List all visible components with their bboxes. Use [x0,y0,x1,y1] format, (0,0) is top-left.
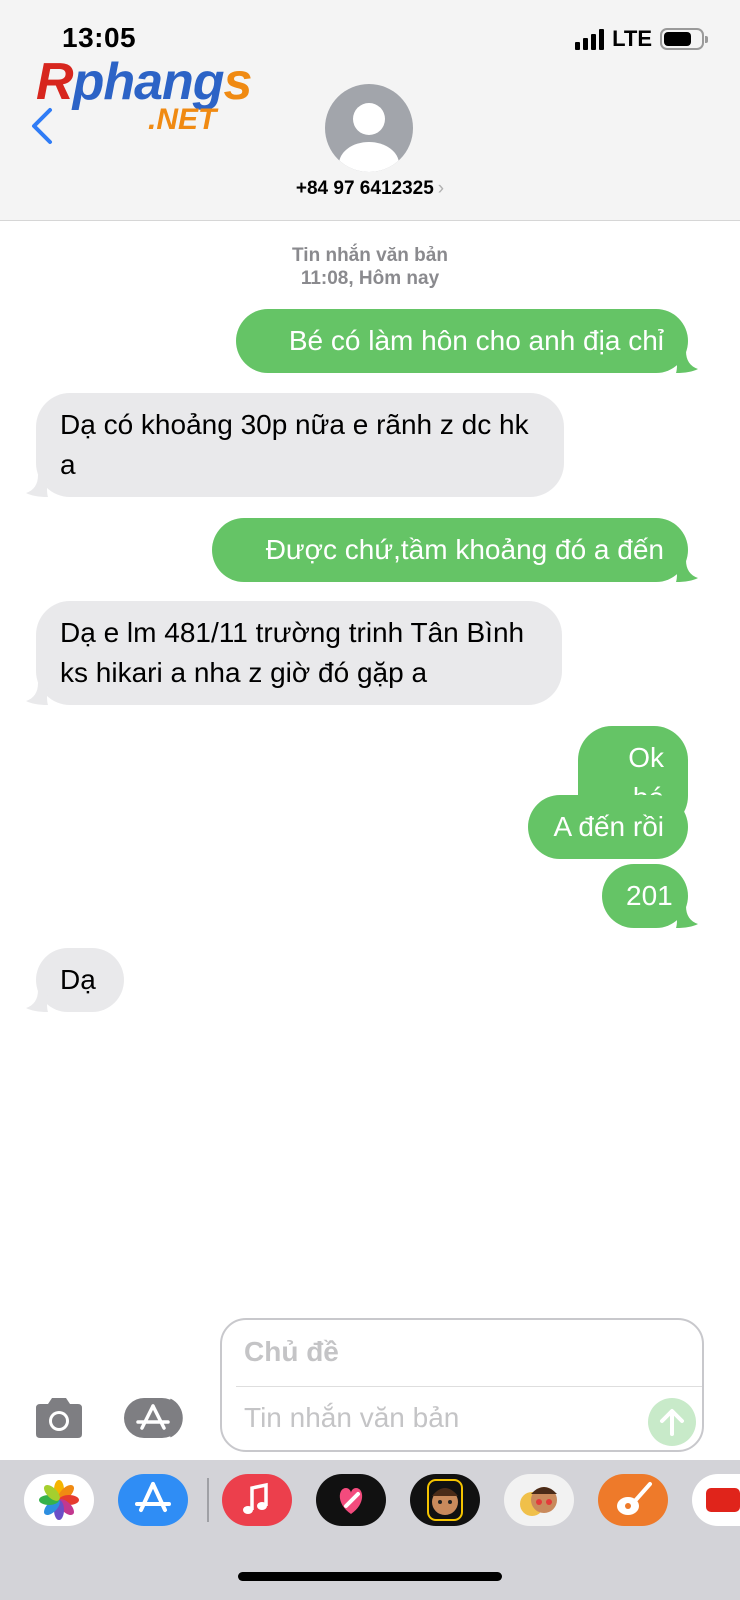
message-text-field[interactable]: Tin nhắn văn bản [244,1402,459,1434]
back-chevron-icon[interactable] [28,106,56,146]
subject-field[interactable]: Chủ đề [244,1336,339,1368]
bubble-tail [676,906,698,928]
more-app-icon[interactable] [692,1474,740,1526]
memoji-icon[interactable] [410,1474,480,1526]
garageband-icon[interactable] [598,1474,668,1526]
status-time: 13:05 [62,22,137,53]
battery-icon [660,28,708,50]
watermark-logo: Rphangs .NET [36,56,266,140]
chevron-right-icon: › [437,178,445,199]
message-input-box[interactable]: Chủ đề Tin nhắn văn bản [220,1318,704,1452]
photos-icon[interactable] [24,1474,94,1526]
app-store-button-icon[interactable] [124,1396,190,1440]
app-store-icon[interactable] [118,1474,188,1526]
home-indicator [238,1572,502,1581]
incoming-message-bubble[interactable]: Dạ e lm 481/11 trường trinh Tân Bình ks … [36,601,562,705]
logo-text: Rphangs [36,53,252,111]
message-type-label: Tin nhắn văn bản [292,245,448,266]
music-icon[interactable] [222,1474,292,1526]
contact-name-button[interactable]: +84 97 6412325 › [0,178,740,200]
outgoing-message-bubble[interactable]: Bé có làm hôn cho anh địa chỉ [236,309,688,373]
digital-touch-icon[interactable] [316,1474,386,1526]
conversation-header: 13:05 LTE Rphangs .NET +84 97 6412325 › [0,0,740,221]
person-icon [339,103,399,172]
memoji-stickers-icon[interactable] [504,1474,574,1526]
logo-suffix: .NET [148,103,217,136]
incoming-message-bubble[interactable]: Dạ [36,948,124,1012]
bubble-tail [676,351,698,373]
network-label: LTE [612,26,652,51]
outgoing-message-bubble[interactable]: Được chứ,tầm khoảng đó a đến [212,518,688,582]
bubble-tail [26,683,48,705]
signal-icon [575,28,605,50]
bubble-tail [676,560,698,582]
app-drawer [0,1460,740,1600]
message-meta: Tin nhắn văn bản 11:08, Hôm nay [0,244,740,290]
field-divider [236,1386,702,1387]
outgoing-message-bubble[interactable]: A đến rồi [528,795,688,859]
bubble-tail [26,990,48,1012]
bubble-tail [26,475,48,497]
arrow-up-icon [660,1409,684,1436]
status-indicators: LTE [575,26,708,52]
send-button[interactable] [648,1398,696,1446]
contact-avatar[interactable] [325,84,413,172]
message-timestamp: 11:08, Hôm nay [300,268,440,289]
incoming-message-bubble[interactable]: Dạ có khoảng 30p nữa e rãnh z dc hk a [36,393,564,497]
contact-number: +84 97 6412325 [295,178,434,199]
drawer-separator [207,1478,209,1522]
camera-icon[interactable] [32,1396,86,1440]
